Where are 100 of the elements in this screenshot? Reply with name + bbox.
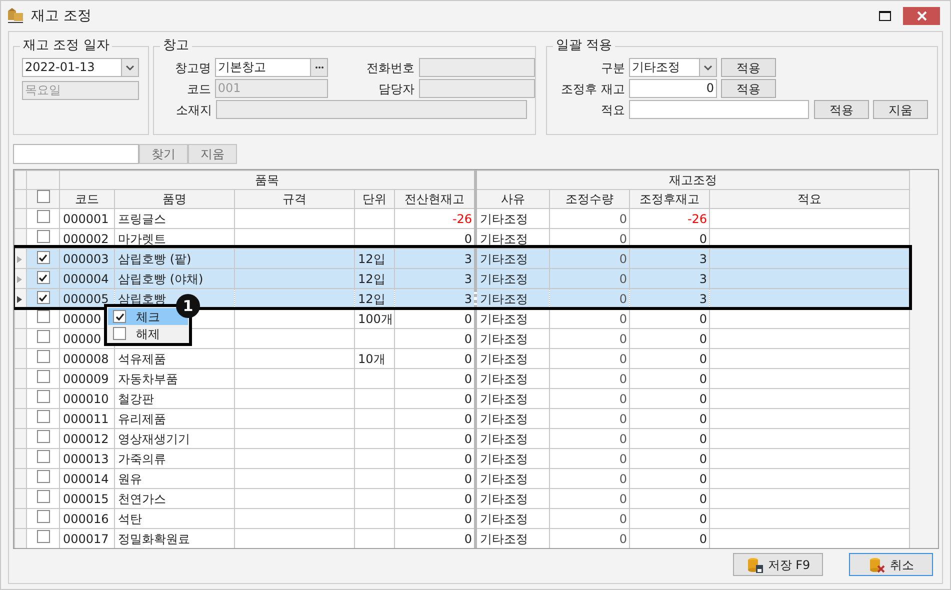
cell-text: 프링글스	[118, 212, 166, 226]
cell-text: 0	[464, 452, 472, 466]
search-field[interactable]	[13, 144, 139, 164]
cell-text: 0	[464, 412, 472, 426]
cell-text: 0	[699, 412, 708, 426]
cell-text: 0	[464, 372, 472, 386]
cell-text: 기타조정	[480, 232, 528, 246]
checkbox[interactable]	[36, 210, 50, 222]
column-header[interactable]: 코드	[60, 190, 114, 208]
cell-text: 0	[464, 352, 472, 366]
cell-text: 000015	[63, 492, 109, 506]
checkbox[interactable]	[36, 390, 50, 402]
cell-text: 0	[699, 512, 708, 526]
field-label: 코드	[186, 80, 211, 98]
cell-text: 삼립호빵 (팥)	[118, 252, 192, 266]
cell-text: 000003	[63, 252, 109, 266]
column-header[interactable]: 규격	[234, 190, 354, 208]
cell-text: 000011	[63, 412, 109, 426]
checkbox[interactable]	[36, 410, 50, 422]
cell-text: 0	[619, 352, 628, 366]
date-picker[interactable]: 2022-01-13	[22, 58, 139, 77]
cell-text: 0	[619, 432, 628, 446]
cell-text: 3	[699, 292, 708, 306]
column-header[interactable]: 적요	[710, 190, 910, 208]
close-button[interactable]	[903, 7, 940, 25]
column-header[interactable]: 전산현재고	[394, 190, 476, 208]
cell-text: 기타조정	[480, 372, 528, 386]
cell-text: 0	[619, 252, 628, 266]
cell-text: 기타조정	[480, 432, 528, 446]
cell-text: 000017	[63, 532, 109, 546]
checkbox[interactable]	[36, 370, 50, 382]
button[interactable]: 적용	[814, 100, 869, 119]
cell-text: 000001	[63, 212, 109, 226]
checkbox[interactable]	[36, 310, 50, 322]
coins-disk-icon	[746, 556, 764, 574]
cell-text: 0	[619, 292, 628, 306]
cell-text: 영상재생기기	[118, 432, 190, 446]
menu-item[interactable]: 해제	[108, 325, 188, 342]
menu-label: 해제	[136, 326, 160, 342]
cell-text: 0	[619, 232, 628, 246]
cell-text: 원유	[118, 472, 142, 486]
checkbox[interactable]	[36, 470, 50, 482]
checkbox[interactable]	[36, 450, 50, 462]
checkbox[interactable]	[36, 190, 50, 203]
cell-text: 석탄	[118, 512, 142, 526]
memo-input[interactable]	[629, 100, 809, 119]
cell-text: 0	[619, 392, 628, 406]
cell-text: 10개	[358, 352, 386, 366]
cell-text: 기타조정	[480, 532, 528, 546]
cell-text: 0	[619, 372, 628, 386]
checkbox[interactable]	[113, 310, 126, 323]
cell-text: 000014	[63, 472, 109, 486]
chevron-down-icon	[121, 59, 138, 76]
warehouse-field[interactable]: 기본창고	[214, 58, 328, 77]
checkbox[interactable]	[36, 230, 50, 242]
cell-text: 가죽의류	[118, 452, 166, 466]
cell-text: 정밀화확원료	[118, 532, 190, 546]
stock-input[interactable]: 0	[629, 79, 717, 98]
cell-text: 0	[464, 432, 472, 446]
checkbox[interactable]	[36, 291, 50, 304]
checkbox[interactable]	[36, 251, 50, 264]
column-header[interactable]: 조정수량	[550, 190, 630, 208]
type-dropdown[interactable]: 기타조정	[629, 58, 717, 77]
cell-text: 0	[619, 532, 628, 546]
checkbox[interactable]	[36, 430, 50, 442]
cell-text: 000004	[63, 272, 109, 286]
cell-text: 0	[464, 532, 472, 546]
cell-text: 0	[699, 232, 708, 246]
clear-button[interactable]: 지움	[188, 144, 237, 164]
field-label: 창고명	[174, 60, 211, 76]
button[interactable]: 적용	[721, 58, 776, 77]
checkbox[interactable]	[36, 530, 50, 542]
cell-text: 0	[699, 312, 708, 326]
find-button[interactable]: 찾기	[139, 144, 188, 164]
cell-text: 0	[619, 312, 628, 326]
column-header[interactable]: 단위	[354, 190, 394, 208]
cell-text: 마가렛트	[118, 232, 166, 246]
button[interactable]: 지움	[873, 100, 928, 119]
cell-text: 000013	[63, 452, 109, 466]
checkbox[interactable]	[36, 490, 50, 502]
cell-text: 0	[699, 432, 708, 446]
button[interactable]: 적용	[721, 79, 776, 98]
cell-text: 삼립호빵 (야채)	[118, 272, 204, 286]
checkbox[interactable]	[36, 271, 50, 284]
field-label: 조정후 재고	[560, 80, 625, 98]
cancel-button[interactable]: 취소	[849, 553, 933, 576]
save-button[interactable]: 저장 F9	[733, 553, 823, 576]
checkbox[interactable]	[36, 510, 50, 522]
column-header[interactable]: 조정후재고	[630, 190, 710, 208]
column-header[interactable]: 사유	[476, 190, 550, 208]
cell-text: 0	[699, 532, 708, 546]
checkbox[interactable]	[113, 327, 126, 340]
ellipsis-icon[interactable]	[310, 59, 328, 76]
cell-text: 기타조정	[480, 292, 528, 306]
checkbox[interactable]	[36, 350, 50, 362]
checkbox[interactable]	[36, 330, 50, 342]
cell-text: -26	[452, 212, 472, 226]
column-header[interactable]: 품명	[114, 190, 234, 208]
window-title: 재고 조정	[31, 6, 92, 26]
cell-text: 0	[699, 452, 708, 466]
